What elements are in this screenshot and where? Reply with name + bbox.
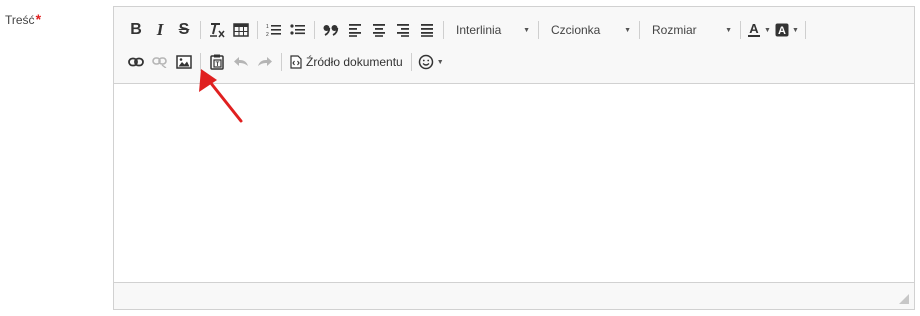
source-icon <box>290 55 302 69</box>
emoji-button[interactable]: ▼ <box>416 50 446 74</box>
source-label: Źródło dokumentu <box>306 55 403 69</box>
chevron-down-icon: ▼ <box>523 26 530 34</box>
redo-icon <box>258 57 272 66</box>
chevron-down-icon: ▼ <box>436 58 444 66</box>
chevron-down-icon: ▼ <box>764 26 771 34</box>
align-center-icon <box>373 24 385 37</box>
toolbar-separator <box>281 53 282 71</box>
unlink-icon <box>152 57 167 68</box>
bold-button[interactable]: B <box>124 18 148 42</box>
bulleted-list-icon <box>290 24 305 35</box>
toolbar-row-1: B I S 1 2 Interlinia ▼ Czcionka ▼ Rozmia… <box>124 17 914 43</box>
field-label-text: Treść <box>5 13 35 27</box>
strikethrough-icon: S <box>178 21 190 38</box>
blockquote-icon <box>323 25 339 36</box>
italic-button[interactable]: I <box>148 18 172 42</box>
background-color-icon: A <box>775 23 789 37</box>
undo-button[interactable] <box>229 50 253 74</box>
editor-content-area[interactable] <box>114 84 914 283</box>
toolbar-separator <box>200 53 201 71</box>
align-left-button[interactable] <box>343 18 367 42</box>
toolbar-separator <box>804 21 806 39</box>
numbered-list-icon: 1 2 <box>266 24 281 37</box>
source-button[interactable]: Źródło dokumentu <box>286 50 407 74</box>
chevron-down-icon: ▼ <box>791 26 799 34</box>
image-button[interactable] <box>172 50 196 74</box>
remove-format-icon <box>210 23 225 38</box>
toolbar-separator <box>639 21 640 39</box>
svg-text:A: A <box>778 25 786 37</box>
field-label: Treść* <box>5 11 41 27</box>
toolbar-separator <box>410 53 412 71</box>
align-right-icon <box>397 24 409 37</box>
align-left-icon <box>349 24 361 37</box>
toolbar-separator <box>443 21 444 39</box>
remove-format-button[interactable] <box>205 18 229 42</box>
text-color-icon: A <box>748 22 760 37</box>
table-button[interactable] <box>229 18 253 42</box>
bold-icon: B <box>130 21 142 38</box>
align-right-button[interactable] <box>391 18 415 42</box>
size-label: Rozmiar <box>652 23 697 37</box>
font-dropdown[interactable]: Czcionka ▼ <box>543 19 635 41</box>
required-mark: * <box>35 11 42 27</box>
emoji-icon <box>418 54 433 70</box>
strikethrough-button[interactable]: S <box>172 18 196 42</box>
chevron-down-icon: ▼ <box>624 26 631 34</box>
font-label: Czcionka <box>551 23 601 37</box>
redo-button[interactable] <box>253 50 277 74</box>
chevron-down-icon: ▼ <box>725 26 732 34</box>
rich-text-editor: B I S 1 2 Interlinia ▼ Czcionka ▼ Rozmia… <box>113 6 915 310</box>
bulleted-list-button[interactable] <box>286 18 310 42</box>
toolbar-separator <box>314 21 315 39</box>
align-center-button[interactable] <box>367 18 391 42</box>
text-color-button[interactable]: A ▼ <box>745 18 773 42</box>
toolbar-separator <box>257 21 258 39</box>
link-icon <box>128 57 144 67</box>
svg-text:2: 2 <box>266 32 269 37</box>
resize-handle-icon[interactable] <box>898 293 910 305</box>
blockquote-button[interactable] <box>319 23 343 37</box>
link-button[interactable] <box>124 50 148 74</box>
italic-icon: I <box>156 20 164 39</box>
undo-icon <box>234 57 248 66</box>
toolbar-separator <box>740 21 741 39</box>
justify-icon <box>421 24 433 37</box>
size-dropdown[interactable]: Rozmiar ▼ <box>644 19 736 41</box>
svg-text:T: T <box>216 62 220 68</box>
svg-text:1: 1 <box>266 24 269 30</box>
unlink-button[interactable] <box>148 50 172 74</box>
paste-text-button[interactable]: T <box>205 50 229 74</box>
line-height-label: Interlinia <box>456 23 502 37</box>
background-color-button[interactable]: A ▼ <box>773 18 801 42</box>
toolbar-separator <box>200 21 201 39</box>
editor-bottom-bar <box>114 282 914 309</box>
toolbar-row-2: T Źródło dokumentu ▼ <box>124 49 914 75</box>
image-icon <box>176 55 192 69</box>
editor-toolbar: B I S 1 2 Interlinia ▼ Czcionka ▼ Rozmia… <box>114 7 914 84</box>
svg-text:A: A <box>749 22 759 36</box>
toolbar-separator <box>538 21 539 39</box>
justify-button[interactable] <box>415 18 439 42</box>
paste-text-icon: T <box>210 54 224 70</box>
line-height-dropdown[interactable]: Interlinia ▼ <box>448 19 534 41</box>
numbered-list-button[interactable]: 1 2 <box>262 18 286 42</box>
table-icon <box>233 23 249 37</box>
